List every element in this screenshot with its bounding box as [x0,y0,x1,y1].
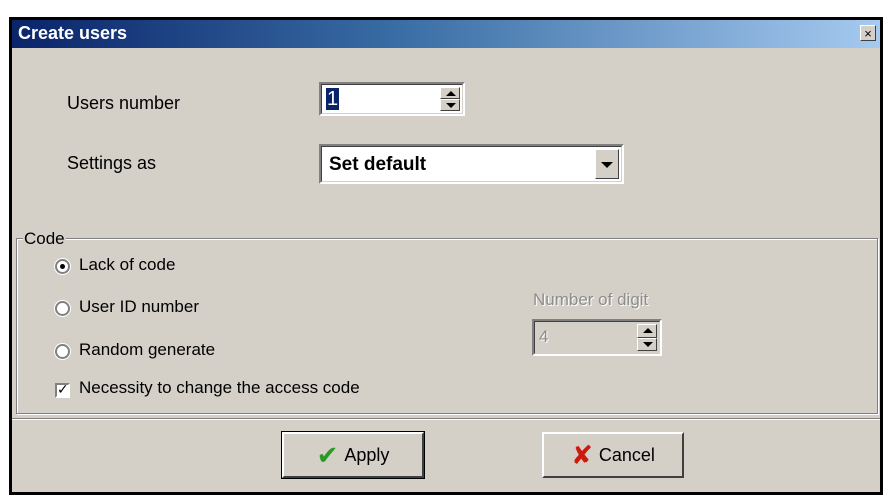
cancel-button[interactable]: ✘ Cancel [542,432,684,478]
radio-lack-of-code-label[interactable]: Lack of code [79,255,175,275]
number-of-digit-spinbox[interactable]: 4 [532,319,662,356]
radio-lack-of-code[interactable] [55,259,70,274]
radio-random-generate[interactable] [55,344,70,359]
users-number-spinbox[interactable]: 1 [319,82,465,116]
radio-random-generate-label[interactable]: Random generate [79,340,215,360]
close-icon: × [864,26,872,41]
users-number-spin-buttons[interactable] [440,87,460,111]
users-number-value[interactable]: 1 [326,88,340,110]
spin-up-icon[interactable] [637,324,657,338]
radio-user-id-number[interactable] [55,301,70,316]
apply-button-label: Apply [344,444,390,465]
spin-up-icon[interactable] [440,87,460,99]
cancel-button-label: Cancel [598,444,655,465]
spin-down-icon[interactable] [440,99,460,111]
spin-down-icon[interactable] [637,337,657,351]
apply-button[interactable]: ✔ Apply [281,431,425,479]
radio-user-id-number-label[interactable]: User ID number [79,297,199,317]
create-users-dialog: Create users × Users number 1 Settings a… [9,17,883,495]
code-group-label: Code [23,229,66,249]
window-title: Create users [18,23,128,43]
settings-as-select[interactable]: Set default [319,144,624,184]
number-of-digit-label: Number of digit [533,290,649,309]
title-bar[interactable]: Create users × [12,20,880,48]
close-button[interactable]: × [860,25,876,41]
x-icon: ✘ [571,440,593,470]
check-icon: ✔ [316,440,339,470]
number-of-digit-value[interactable]: 4 [539,327,548,347]
necessity-checkbox-label[interactable]: Necessity to change the access code [79,378,360,398]
necessity-checkbox[interactable]: ✓ [55,381,70,398]
checkmark-icon: ✓ [57,381,69,397]
number-of-digit-spin-buttons[interactable] [637,324,657,351]
settings-as-label: Settings as [67,153,157,173]
settings-as-selected: Set default [329,154,427,175]
chevron-down-icon[interactable] [595,149,619,179]
button-separator [12,418,880,420]
users-number-label: Users number [67,93,181,113]
